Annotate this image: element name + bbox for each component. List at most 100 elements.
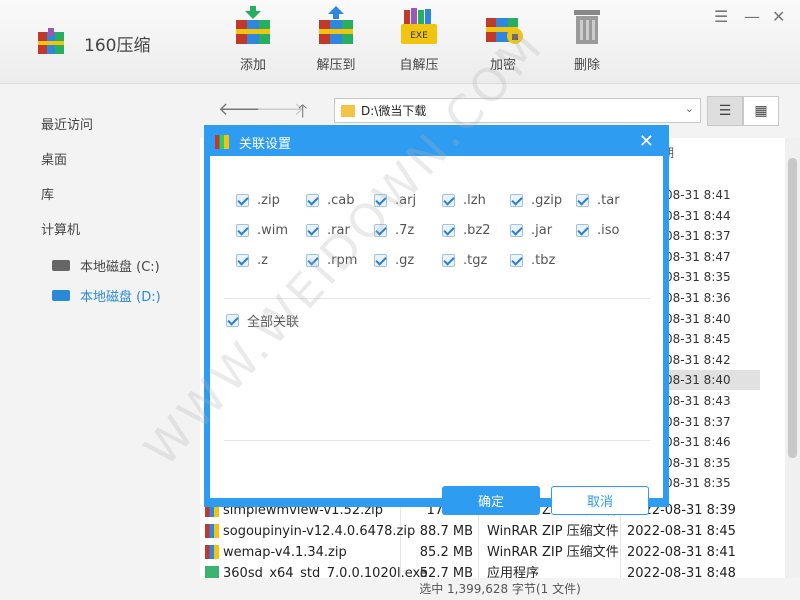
date-cell[interactable]: 08-31 8:35 bbox=[662, 267, 762, 287]
ext-checkbox-z[interactable]: .z bbox=[236, 253, 268, 268]
zip-file-icon bbox=[205, 545, 219, 559]
ext-checkbox-rar[interactable]: .rar bbox=[306, 223, 350, 238]
divider bbox=[224, 440, 650, 441]
checkbox-checked-icon bbox=[236, 254, 249, 267]
encrypt-label: 加密 bbox=[489, 58, 516, 73]
file-date: 2022-08-31 8:48 bbox=[627, 566, 736, 578]
file-type: WinRAR ZIP 压缩文件 bbox=[487, 524, 619, 539]
chevron-down-icon[interactable]: ⌄ bbox=[685, 102, 694, 115]
sidebar-item-desktop[interactable]: 桌面 bbox=[41, 149, 67, 168]
date-cell[interactable]: 08-31 8:44 bbox=[662, 206, 762, 226]
ext-checkbox-cab[interactable]: .cab bbox=[306, 193, 355, 208]
date-cell[interactable]: 08-31 8:41 bbox=[662, 185, 762, 205]
ext-checkbox-wim[interactable]: .wim bbox=[236, 223, 288, 238]
file-type: 应用程序 bbox=[487, 566, 540, 578]
checkbox-checked-icon bbox=[306, 254, 319, 267]
date-cell[interactable]: 08-31 8:35 bbox=[662, 473, 762, 493]
list-view-button[interactable]: ☰ bbox=[707, 96, 743, 126]
checkbox-checked-icon bbox=[236, 224, 249, 237]
sidebar: 最近访问 桌面 库 计算机 本地磁盘 (C:) 本地磁盘 (D:) bbox=[0, 84, 200, 600]
add-button[interactable]: 添加 bbox=[223, 6, 283, 73]
self-extract-exe-icon: EXE bbox=[398, 6, 440, 46]
scrollbar-thumb[interactable] bbox=[788, 158, 797, 458]
checkbox-checked-icon bbox=[236, 194, 249, 207]
ext-label: .cab bbox=[327, 193, 355, 208]
ext-checkbox-zip[interactable]: .zip bbox=[236, 193, 280, 208]
ext-checkbox-tar[interactable]: .tar bbox=[576, 193, 620, 208]
file-name: sogoupinyin-v12.4.0.6478.zip bbox=[223, 524, 416, 539]
svg-text:EXE: EXE bbox=[410, 31, 428, 41]
date-cell[interactable]: 08-31 8:37 bbox=[662, 412, 762, 432]
sidebar-item-disk-d[interactable]: 本地磁盘 (D:) bbox=[52, 286, 161, 305]
extract-to-label: 解压到 bbox=[316, 58, 356, 73]
associate-all-checkbox[interactable]: 全部关联 bbox=[226, 311, 299, 330]
ext-checkbox-lzh[interactable]: .lzh bbox=[442, 193, 486, 208]
ext-checkbox-iso[interactable]: .iso bbox=[576, 223, 619, 238]
divider bbox=[224, 298, 650, 299]
sidebar-item-computer[interactable]: 计算机 bbox=[41, 219, 80, 238]
list-view-icon: ☰ bbox=[718, 103, 732, 119]
ext-checkbox-tbz[interactable]: .tbz bbox=[510, 253, 555, 268]
ext-label: .7z bbox=[395, 223, 415, 238]
sidebar-item-disk-c[interactable]: 本地磁盘 (C:) bbox=[52, 256, 160, 275]
close-window-button[interactable]: ✕ bbox=[772, 7, 785, 26]
date-cell[interactable]: 08-31 8:47 bbox=[662, 247, 762, 267]
table-row[interactable]: 360sd_x64_std_7.0.0.1020l.exe 52.7 MB 应用… bbox=[200, 563, 760, 578]
file-size: 85.2 MB bbox=[419, 545, 473, 560]
cancel-button[interactable]: 取消 bbox=[551, 486, 649, 515]
file-size: 52.7 MB bbox=[419, 566, 473, 578]
app-logo-icon bbox=[36, 28, 66, 56]
folder-icon bbox=[341, 104, 355, 117]
checkbox-checked-icon bbox=[374, 194, 387, 207]
date-cell[interactable]: 08-31 8:36 bbox=[662, 288, 762, 308]
ext-label: .gz bbox=[395, 253, 415, 268]
checkbox-checked-icon bbox=[442, 254, 455, 267]
table-row[interactable]: sogoupinyin-v12.4.0.6478.zip 88.7 MB Win… bbox=[200, 521, 760, 542]
date-cell[interactable]: 08-31 8:43 bbox=[662, 391, 762, 411]
self-extract-button[interactable]: EXE 自解压 bbox=[389, 6, 449, 73]
delete-button[interactable]: 删除 bbox=[557, 6, 617, 73]
ext-checkbox-tgz[interactable]: .tgz bbox=[442, 253, 487, 268]
checkbox-checked-icon bbox=[510, 224, 523, 237]
date-cell[interactable]: 08-31 8:40 bbox=[662, 370, 760, 391]
extract-to-button[interactable]: 解压到 bbox=[306, 6, 366, 73]
exe-file-icon bbox=[205, 566, 219, 578]
date-cell[interactable]: 08-31 8:37 bbox=[662, 226, 762, 246]
ext-checkbox-rpm[interactable]: .rpm bbox=[306, 253, 357, 268]
date-cell[interactable]: 08-31 8:40 bbox=[662, 309, 762, 329]
file-size: 88.7 MB bbox=[419, 524, 473, 539]
file-type: WinRAR ZIP 压缩文件 bbox=[487, 545, 619, 560]
ext-checkbox-gz[interactable]: .gz bbox=[374, 253, 414, 268]
minimize-button[interactable]: — bbox=[744, 7, 760, 26]
scrollbar[interactable] bbox=[785, 138, 800, 578]
date-cell[interactable]: 08-31 8:45 bbox=[662, 329, 762, 349]
checkbox-checked-icon bbox=[442, 194, 455, 207]
checkbox-checked-icon bbox=[510, 254, 523, 267]
zip-file-icon bbox=[205, 524, 219, 538]
confirm-button[interactable]: 确定 bbox=[442, 486, 540, 515]
checkbox-checked-icon bbox=[374, 254, 387, 267]
ext-checkbox-arj[interactable]: .arj bbox=[374, 193, 416, 208]
date-cell[interactable]: 08-31 8:42 bbox=[662, 350, 762, 370]
table-row[interactable]: wemap-v4.1.34.zip 85.2 MB WinRAR ZIP 压缩文… bbox=[200, 542, 760, 563]
close-icon[interactable]: ✕ bbox=[639, 131, 654, 152]
menu-button[interactable]: ☰ bbox=[714, 7, 728, 26]
date-cell[interactable]: 08-31 8:35 bbox=[662, 453, 762, 473]
ext-label: .gzip bbox=[531, 193, 563, 208]
ext-checkbox-7z[interactable]: .7z bbox=[374, 223, 414, 238]
ext-checkbox-jar[interactable]: .jar bbox=[510, 223, 552, 238]
ext-label: .z bbox=[257, 253, 268, 268]
encrypt-lock-icon bbox=[482, 6, 524, 46]
checkbox-checked-icon bbox=[576, 224, 589, 237]
disk-icon bbox=[52, 290, 70, 301]
ext-checkbox-gzip[interactable]: .gzip bbox=[510, 193, 562, 208]
date-cell[interactable]: 08-31 8:46 bbox=[662, 432, 762, 452]
ext-checkbox-bz2[interactable]: .bz2 bbox=[442, 223, 490, 238]
encrypt-button[interactable]: 加密 bbox=[473, 6, 533, 73]
path-input[interactable]: D:\微当下载 ⌄ bbox=[334, 98, 701, 123]
sidebar-item-recent[interactable]: 最近访问 bbox=[41, 114, 93, 133]
ext-label: .jar bbox=[531, 223, 553, 238]
file-name: wemap-v4.1.34.zip bbox=[223, 545, 347, 560]
sidebar-item-library[interactable]: 库 bbox=[41, 184, 54, 203]
grid-view-button[interactable]: ▦ bbox=[743, 96, 779, 126]
